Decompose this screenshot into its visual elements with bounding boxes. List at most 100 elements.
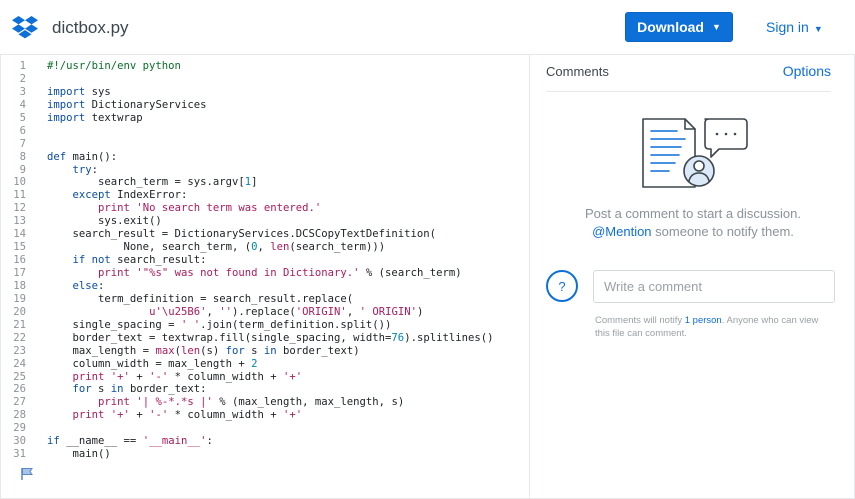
code-text: def main(): bbox=[47, 150, 118, 163]
code-text: if not search_result: bbox=[72, 254, 207, 267]
line-number: 25 bbox=[13, 370, 26, 383]
code-line: 17 print '"%s" was not found in Dictiona… bbox=[0, 267, 493, 280]
line-number: 23 bbox=[13, 344, 26, 357]
line-number: 8 bbox=[19, 150, 26, 163]
code-text: else: bbox=[72, 279, 105, 292]
line-number: 11 bbox=[13, 189, 26, 202]
empty-line-1: Post a comment to start a discussion. bbox=[584, 206, 802, 221]
line-number: 15 bbox=[13, 241, 26, 254]
line-number: 9 bbox=[19, 163, 26, 176]
dropbox-logo-icon[interactable] bbox=[12, 16, 38, 40]
code-line: 1 #!/usr/bin/env python bbox=[0, 60, 493, 73]
empty-comments-message: Post a comment to start a discussion. @M… bbox=[531, 205, 855, 241]
line-number: 18 bbox=[13, 279, 26, 292]
code-line: 26 for s in border_text: bbox=[0, 383, 493, 396]
line-number: 24 bbox=[13, 357, 26, 370]
mention-link[interactable]: @Mention bbox=[592, 224, 651, 239]
code-text: border_text = textwrap.fill(single_spaci… bbox=[47, 331, 494, 344]
code-line: 5 import textwrap bbox=[0, 112, 493, 125]
document-comment-illustration-icon bbox=[642, 118, 748, 188]
code-line: 12 print 'No search term was entered.' bbox=[0, 202, 493, 215]
line-number: 6 bbox=[19, 124, 26, 137]
code-line: 8 def main(): bbox=[0, 151, 493, 164]
code-text: for s in border_text: bbox=[72, 383, 207, 396]
code-line: 3 import sys bbox=[0, 86, 493, 99]
code-line: 7 bbox=[0, 138, 493, 151]
line-number: 27 bbox=[13, 396, 26, 409]
code-line: 31 main() bbox=[0, 448, 493, 461]
code-line: 19 term_definition = search_result.repla… bbox=[0, 293, 493, 306]
code-line: 10 search_term = sys.argv[1] bbox=[0, 176, 493, 189]
comment-input[interactable] bbox=[593, 270, 835, 303]
line-number: 16 bbox=[13, 254, 26, 267]
code-line: 20 u'\u25B6', '').replace('ORIGIN', ' OR… bbox=[0, 306, 493, 319]
line-number: 14 bbox=[13, 228, 26, 241]
comments-panel: Comments Options Post a comment to start… bbox=[531, 55, 855, 499]
code-text: import textwrap bbox=[47, 111, 143, 124]
line-number: 3 bbox=[19, 85, 26, 98]
code-line: 13 sys.exit() bbox=[0, 215, 493, 228]
avatar-glyph: ? bbox=[558, 278, 566, 294]
code-text: try: bbox=[72, 163, 99, 176]
line-number: 17 bbox=[13, 267, 26, 279]
code-line: 29 bbox=[0, 422, 493, 435]
header-bar: dictbox.py Download ▼ Sign in ▼ bbox=[0, 0, 855, 55]
line-number: 4 bbox=[19, 98, 26, 111]
line-number: 29 bbox=[13, 422, 26, 435]
line-number: 19 bbox=[13, 292, 26, 305]
code-text: print '| %-*.*s |' % (max_length, max_le… bbox=[98, 396, 405, 409]
sign-in-link[interactable]: Sign in ▼ bbox=[766, 19, 823, 35]
code-text: #!/usr/bin/env python bbox=[47, 60, 181, 72]
comments-title: Comments bbox=[546, 64, 609, 79]
code-line: 15 None, search_term, (0, len(search_ter… bbox=[0, 241, 493, 254]
code-line: 30 if __name__ == '__main__': bbox=[0, 435, 493, 448]
line-number: 28 bbox=[13, 409, 26, 422]
code-line: 21 single_spacing = ' '.join(term_defini… bbox=[0, 319, 493, 332]
line-number: 2 bbox=[19, 72, 26, 85]
code-viewer[interactable]: 1 #!/usr/bin/env python 2 3 import sys 4 impor… bbox=[0, 55, 530, 499]
notify-person-link[interactable]: 1 person bbox=[685, 315, 722, 326]
code-text: main() bbox=[47, 448, 111, 461]
line-number: 5 bbox=[19, 111, 26, 124]
code-text: single_spacing = ' '.join(term_definitio… bbox=[47, 318, 392, 331]
code-text: term_definition = search_result.replace( bbox=[47, 292, 354, 305]
code-line: 2 bbox=[0, 73, 493, 86]
code-text: import sys bbox=[47, 85, 111, 98]
code-text: if __name__ == '__main__': bbox=[47, 435, 213, 448]
caret-down-icon: ▼ bbox=[711, 22, 721, 32]
sign-in-label: Sign in bbox=[766, 19, 809, 35]
download-button[interactable]: Download ▼ bbox=[625, 12, 733, 42]
code-line: 28 print '+' + '-' * column_width + '+' bbox=[0, 409, 493, 422]
code-text: print '+' + '-' * column_width + '+' bbox=[72, 370, 303, 383]
code-text: search_term = sys.argv[1] bbox=[47, 176, 258, 189]
line-number: 12 bbox=[13, 202, 26, 215]
code-line: 25 print '+' + '-' * column_width + '+' bbox=[0, 371, 493, 384]
flag-icon[interactable] bbox=[20, 467, 34, 481]
code-text: import DictionaryServices bbox=[47, 98, 207, 111]
notify-text: Comments will notify 1 person. Anyone wh… bbox=[595, 314, 835, 340]
line-number: 21 bbox=[13, 318, 26, 331]
code-text: None, search_term, (0, len(search_term))… bbox=[47, 241, 386, 254]
options-link[interactable]: Options bbox=[783, 63, 831, 79]
line-number: 22 bbox=[13, 331, 26, 344]
code-line: 18 else: bbox=[0, 280, 493, 293]
download-label: Download bbox=[637, 19, 704, 35]
line-number: 7 bbox=[19, 137, 26, 150]
code-text: print 'No search term was entered.' bbox=[98, 202, 322, 215]
file-name: dictbox.py bbox=[52, 18, 129, 37]
code-text: column_width = max_length + 2 bbox=[47, 357, 258, 370]
line-number: 31 bbox=[13, 448, 26, 461]
line-number: 1 bbox=[19, 60, 26, 72]
code-text: except IndexError: bbox=[72, 189, 188, 202]
code-line: 22 border_text = textwrap.fill(single_sp… bbox=[0, 332, 493, 345]
code-line: 11 except IndexError: bbox=[0, 189, 493, 202]
comments-divider bbox=[546, 91, 831, 92]
code-line: 24 column_width = max_length + 2 bbox=[0, 358, 493, 371]
code-text: max_length = max(len(s) for s in border_… bbox=[47, 344, 360, 357]
code-line: 4 import DictionaryServices bbox=[0, 99, 493, 112]
code-line: 23 max_length = max(len(s) for s in bord… bbox=[0, 345, 493, 358]
